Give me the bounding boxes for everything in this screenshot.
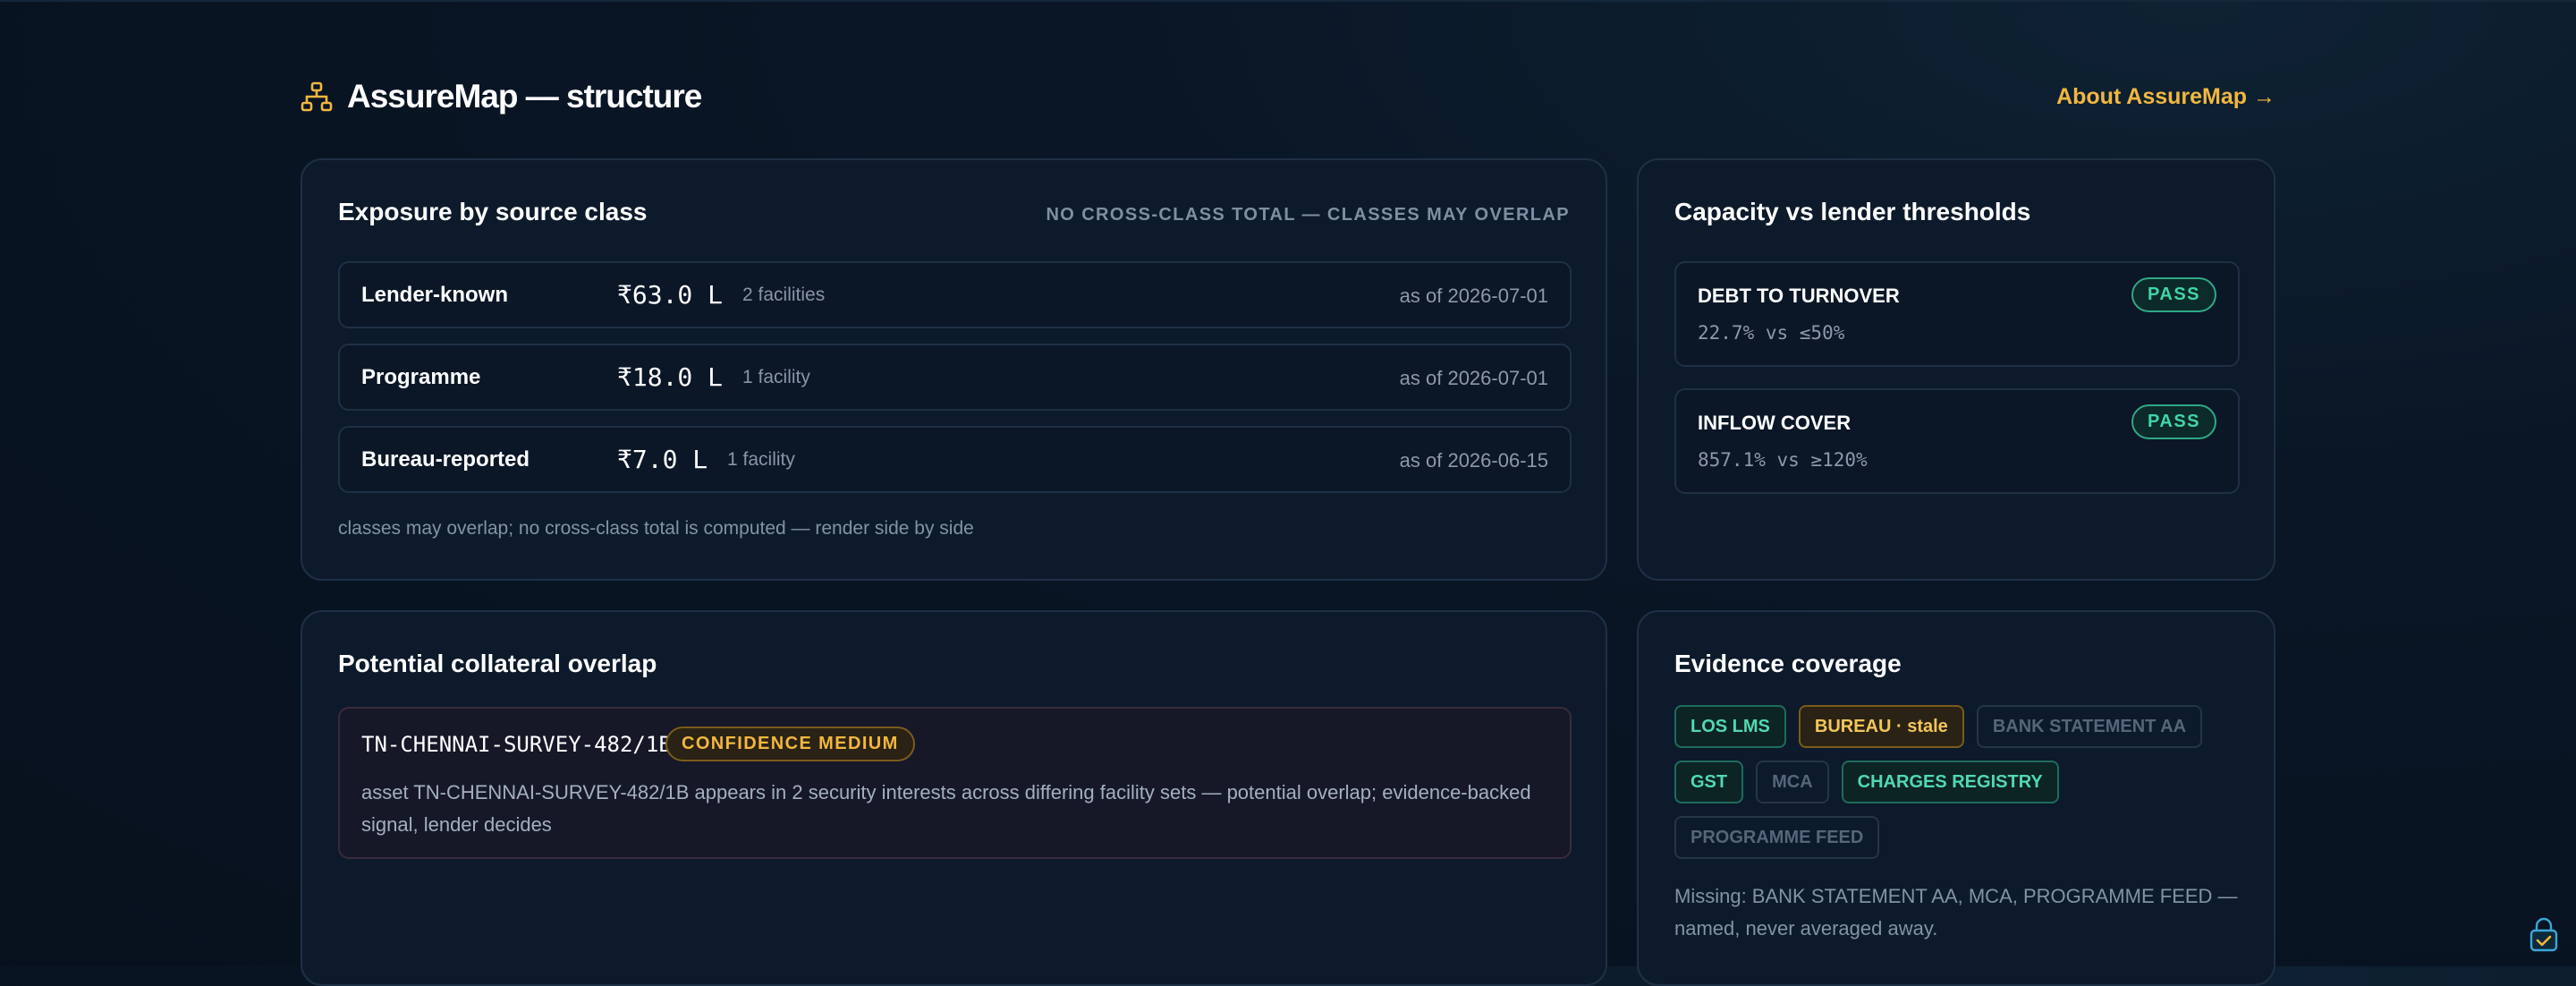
evidence-chip-bank-statement-aa: BANK STATEMENT AA: [1976, 705, 2203, 748]
evidence-chip-bureau: BUREAU · stale: [1798, 705, 1964, 748]
overlap-title: Potential collateral overlap: [338, 650, 657, 677]
exposure-card: Exposure by source class NO CROSS-CLASS …: [301, 158, 1607, 581]
exposure-row-count: 2 facilities: [742, 285, 826, 305]
exposure-footnote: classes may overlap; no cross-class tota…: [338, 518, 974, 539]
exposure-row-amount: ₹63.0 L: [617, 280, 724, 310]
threshold-name: INFLOW COVER: [1698, 412, 1852, 434]
exposure-row-as-of: as of 2026-07-01: [1399, 285, 1548, 307]
threshold-row: INFLOW COVER 857.1% vs ≥120% PASS: [1674, 388, 2240, 494]
exposure-row-as-of: as of 2026-06-15: [1399, 449, 1548, 472]
exposure-title: Exposure by source class: [338, 198, 648, 225]
status-badge: PASS: [2131, 277, 2216, 312]
exposure-row-label: Programme: [361, 365, 481, 389]
page-header: AssureMap — structure About AssureMap →: [301, 72, 2275, 122]
exposure-row-count: 1 facility: [727, 449, 795, 470]
about-link[interactable]: About AssureMap →: [2056, 84, 2275, 110]
evidence-chip-los-lms: LOS LMS: [1674, 705, 1786, 748]
threshold-value: 857.1% vs ≥120%: [1698, 449, 1868, 471]
evidence-chip-programme-feed: PROGRAMME FEED: [1674, 816, 1880, 859]
asset-id: TN-CHENNAI-SURVEY-482/1B: [361, 732, 672, 757]
evidence-card: Evidence coverage LOS LMS BUREAU · stale…: [1637, 610, 2275, 986]
threshold-name: DEBT TO TURNOVER: [1698, 285, 1900, 307]
evidence-title: Evidence coverage: [1674, 650, 1902, 677]
exposure-row: Lender-known ₹63.0 L 2 facilities as of …: [338, 261, 1572, 328]
confidence-badge: CONFIDENCE MEDIUM: [665, 727, 915, 761]
status-badge: PASS: [2131, 404, 2216, 439]
exposure-row-amount: ₹7.0 L: [617, 445, 708, 474]
evidence-chip-charges-registry: CHARGES REGISTRY: [1841, 761, 2059, 803]
exposure-row-label: Bureau-reported: [361, 447, 530, 472]
exposure-row-as-of: as of 2026-07-01: [1399, 367, 1548, 389]
exposure-row-amount: ₹18.0 L: [617, 362, 724, 392]
lock-check-icon[interactable]: [2526, 916, 2562, 952]
exposure-row: Bureau-reported ₹7.0 L 1 facility as of …: [338, 426, 1572, 493]
top-border: [0, 0, 2576, 2]
exposure-note: NO CROSS-CLASS TOTAL — CLASSES MAY OVERL…: [1046, 205, 1570, 225]
capacity-title: Capacity vs lender thresholds: [1674, 198, 2031, 225]
evidence-chip-gst: GST: [1674, 761, 1744, 803]
evidence-chip-mca: MCA: [1756, 761, 1829, 803]
evidence-chips: LOS LMS BUREAU · stale BANK STATEMENT AA…: [1674, 705, 2247, 859]
threshold-value: 22.7% vs ≤50%: [1698, 322, 1845, 344]
brand: AssureMap — structure: [301, 78, 702, 115]
exposure-row: Programme ₹18.0 L 1 facility as of 2026-…: [338, 344, 1572, 411]
capacity-card: Capacity vs lender thresholds DEBT TO TU…: [1637, 158, 2275, 581]
page-title: AssureMap — structure: [347, 78, 702, 115]
hierarchy-icon: [301, 81, 333, 112]
overlap-description: asset TN-CHENNAI-SURVEY-482/1B appears i…: [361, 781, 1531, 836]
evidence-missing-note: Missing: BANK STATEMENT AA, MCA, PROGRAM…: [1674, 885, 2238, 939]
threshold-row: DEBT TO TURNOVER 22.7% vs ≤50% PASS: [1674, 261, 2240, 367]
exposure-row-count: 1 facility: [742, 367, 810, 387]
exposure-row-label: Lender-known: [361, 283, 509, 307]
overlap-item: TN-CHENNAI-SURVEY-482/1B CONFIDENCE MEDI…: [338, 707, 1572, 859]
overlap-card: Potential collateral overlap TN-CHENNAI-…: [301, 610, 1607, 986]
